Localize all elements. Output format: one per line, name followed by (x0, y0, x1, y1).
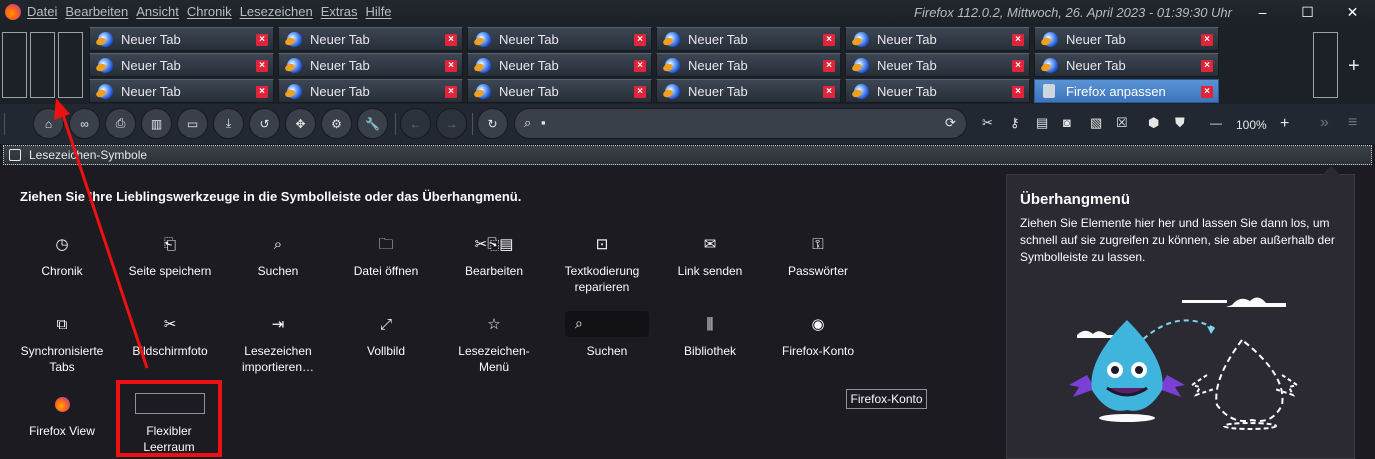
overflow-panel: Überhangmenü Ziehen Sie Elemente hier he… (1006, 166, 1355, 459)
overflow-description: Ziehen Sie Elemente hier her und lassen … (1020, 216, 1335, 264)
overflow-title: Überhangmenü (1020, 191, 1131, 208)
scrollbar[interactable] (1362, 174, 1375, 459)
dragon-illustration-icon (1069, 297, 1300, 430)
